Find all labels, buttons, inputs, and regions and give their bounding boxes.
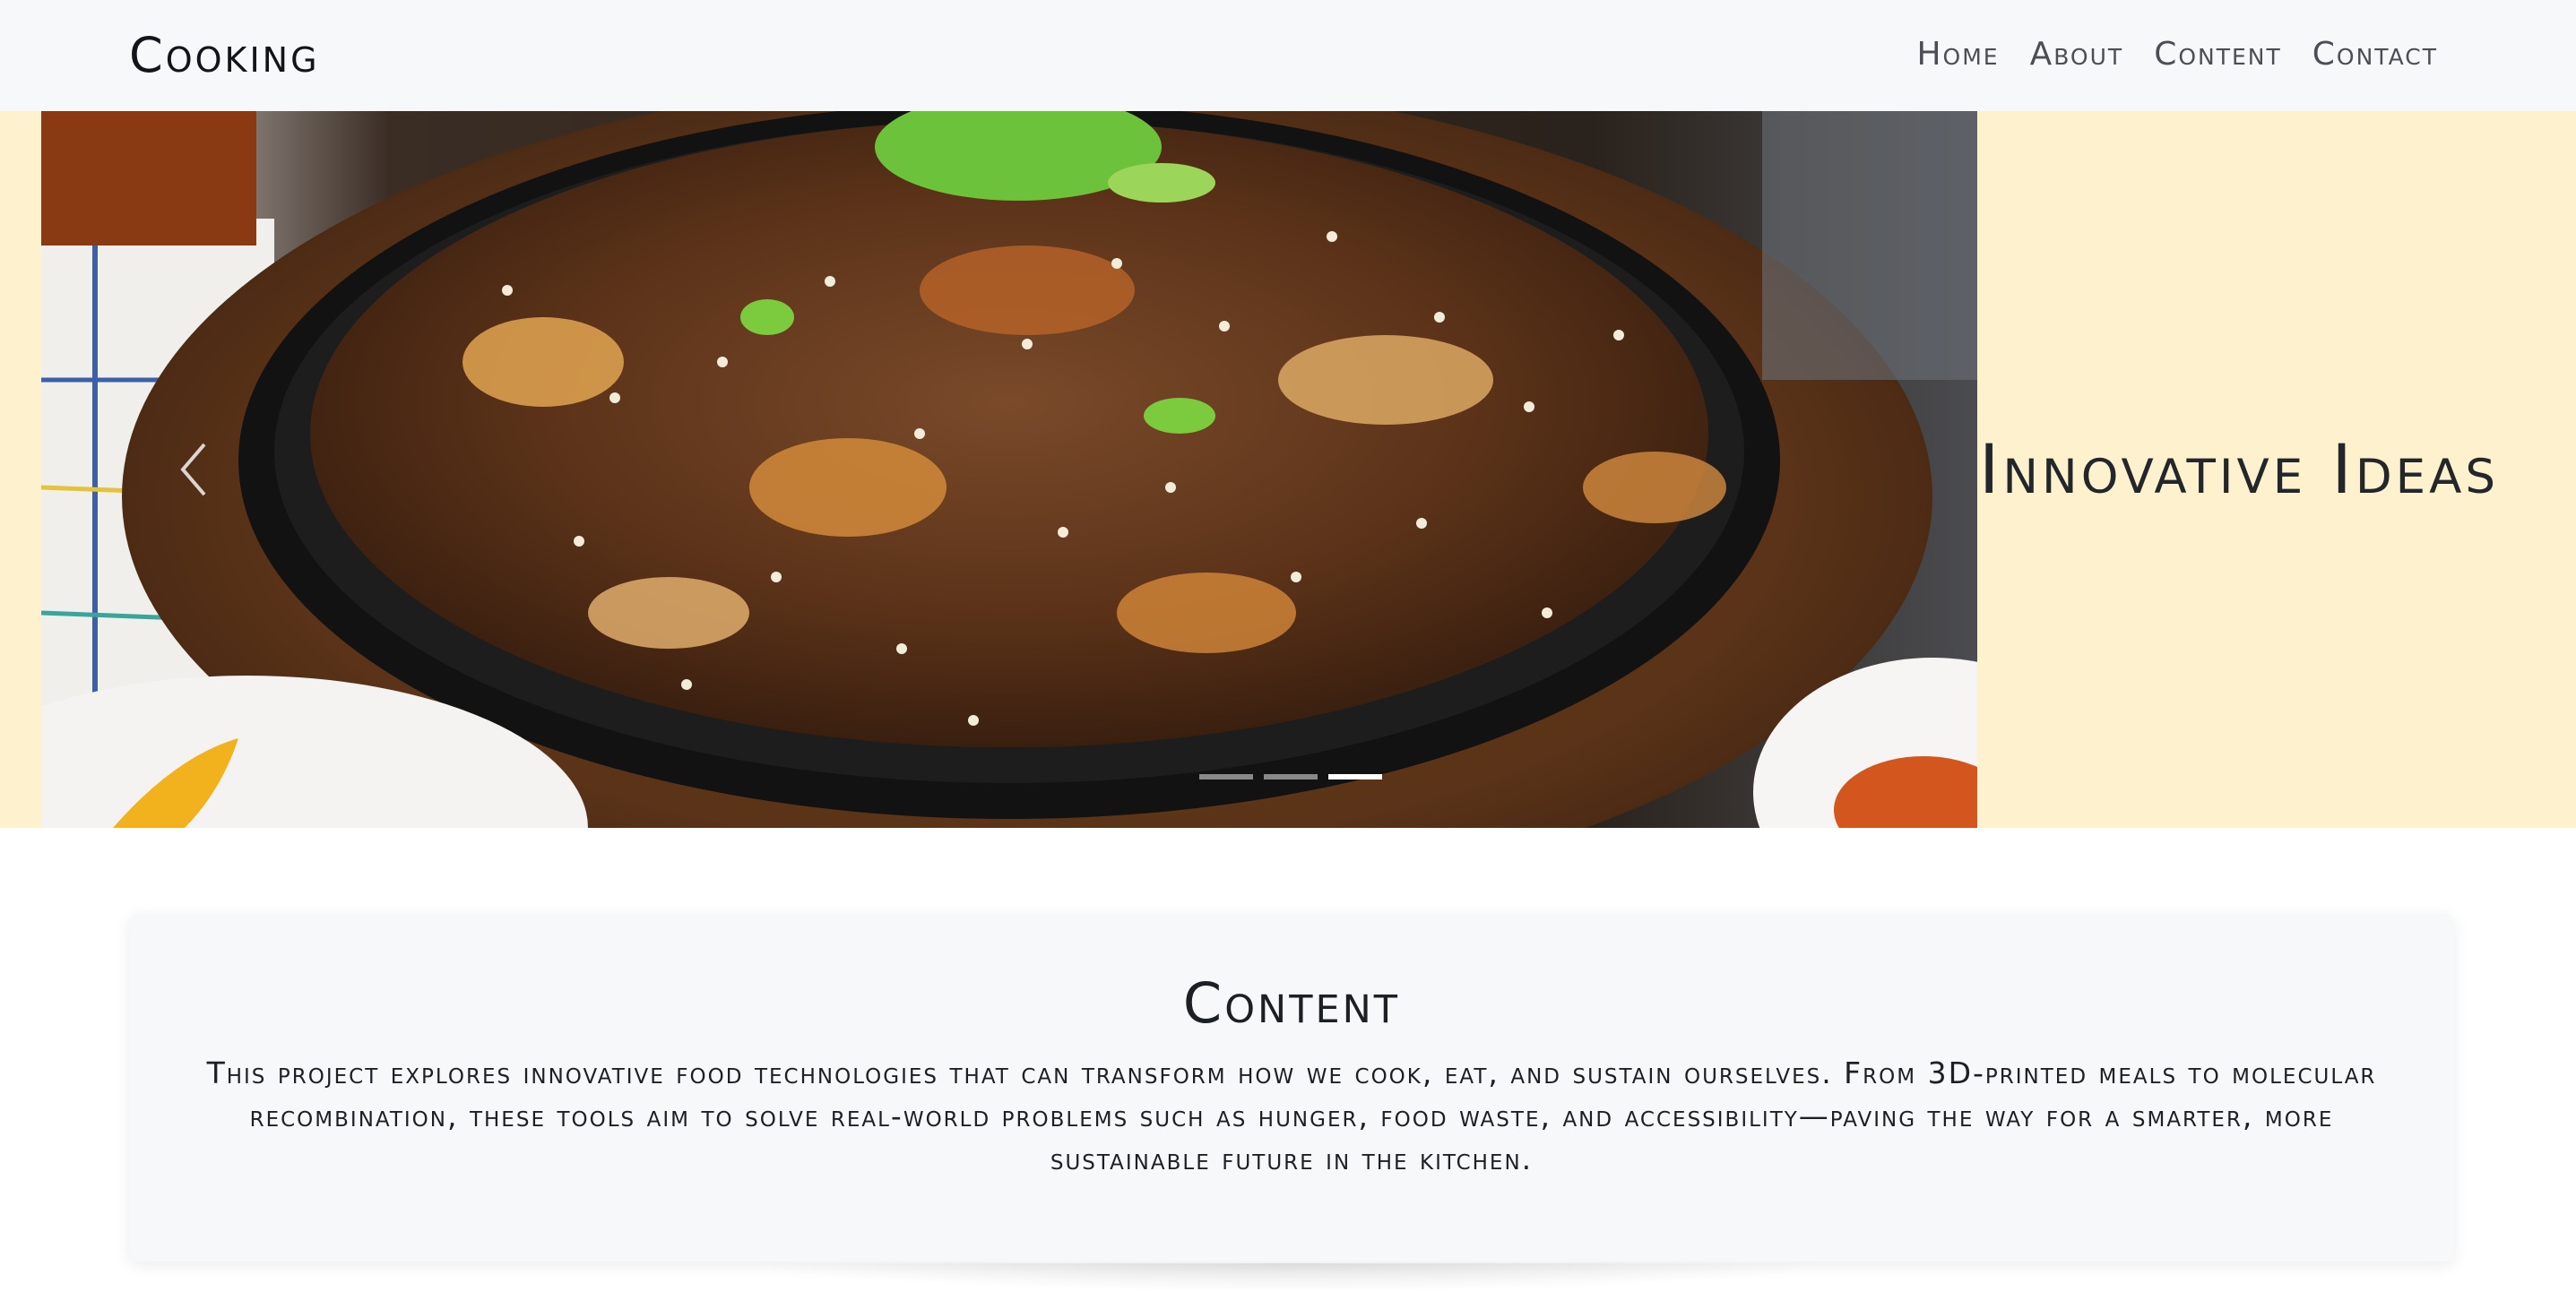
carousel-indicators [1199, 774, 1382, 780]
content-description: This project explores innovative food te… [206, 1055, 2377, 1176]
carousel-indicator-1[interactable] [1199, 774, 1253, 780]
content-card: Content This project explores innovative… [129, 914, 2454, 1262]
carousel-indicator-2[interactable] [1264, 774, 1318, 780]
carousel-caption: Innovative Ideas [1979, 429, 2500, 509]
chevron-left-icon [180, 443, 206, 496]
food-plate-illustration [41, 111, 1977, 828]
decorative-shadow [753, 1263, 1828, 1292]
hero-carousel: Innovative Ideas [0, 111, 2576, 828]
carousel-indicator-3[interactable] [1328, 774, 1382, 780]
carousel-prev-button[interactable] [161, 434, 224, 505]
carousel-slide-image [41, 111, 1977, 828]
navbar: Cooking Home About Content Contact [0, 0, 2576, 111]
nav-link-content[interactable]: Content [2154, 30, 2282, 79]
nav-links: Home About Content Contact [1916, 30, 2438, 79]
content-title: Content [1182, 970, 1401, 1036]
nav-link-contact[interactable]: Contact [2312, 30, 2438, 79]
nav-link-home[interactable]: Home [1916, 30, 1999, 79]
brand-logo[interactable]: Cooking [129, 23, 320, 88]
nav-link-about[interactable]: About [2030, 30, 2124, 79]
